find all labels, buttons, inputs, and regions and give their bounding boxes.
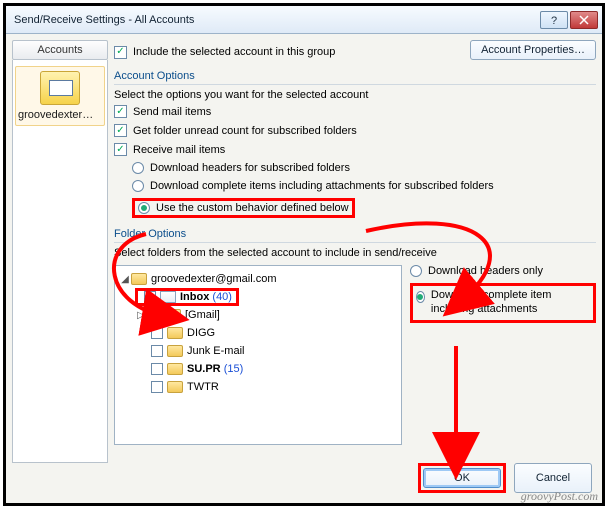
expand-icon[interactable]: ▷	[135, 310, 147, 321]
digg-checkbox[interactable]	[151, 327, 163, 339]
digg-label: DIGG	[187, 327, 215, 339]
accounts-list: groovedexter@…	[12, 60, 108, 463]
titlebar: Send/Receive Settings - All Accounts ?	[6, 6, 602, 34]
radio-custom-behavior[interactable]	[138, 202, 150, 214]
tree-root-label: groovedexter@gmail.com	[151, 273, 277, 285]
folder-options-intro: Select folders from the selected account…	[114, 247, 596, 259]
junk-label: Junk E-mail	[187, 345, 244, 357]
highlight-ok: OK	[418, 463, 506, 493]
receive-mail-checkbox[interactable]	[114, 143, 127, 156]
gmail-checkbox[interactable]	[149, 309, 161, 321]
divider	[114, 242, 596, 243]
cancel-button[interactable]: Cancel	[514, 463, 592, 493]
radio-download-complete-subscribed-label: Download complete items including attach…	[150, 180, 494, 192]
send-mail-label: Send mail items	[133, 106, 211, 118]
twtr-checkbox[interactable]	[151, 381, 163, 393]
folder-icon	[167, 327, 183, 339]
radio-download-headers-subscribed[interactable]	[132, 162, 144, 174]
folder-icon	[131, 273, 147, 285]
highlight-download-complete: Download complete item including attachm…	[410, 283, 596, 323]
radio-download-complete-item-label: Download complete item including attachm…	[431, 289, 590, 317]
include-account-label: Include the selected account in this gro…	[133, 46, 335, 58]
include-account-checkbox[interactable]	[114, 46, 127, 59]
junk-checkbox[interactable]	[151, 345, 163, 357]
help-button[interactable]: ?	[540, 11, 568, 29]
accounts-pane: Accounts groovedexter@…	[12, 40, 108, 463]
radio-download-headers-only-label: Download headers only	[428, 265, 543, 277]
inbox-label: Inbox	[180, 291, 209, 303]
account-options-intro: Select the options you want for the sele…	[114, 89, 596, 101]
window-title: Send/Receive Settings - All Accounts	[14, 14, 538, 26]
account-properties-button[interactable]: Account Properties…	[470, 40, 596, 60]
folder-tree[interactable]: ◢ groovedexter@gmail.com Inbox (40)	[114, 265, 402, 445]
radio-download-headers-only[interactable]	[410, 265, 422, 277]
account-folder-icon	[40, 71, 80, 105]
close-button[interactable]	[570, 11, 598, 29]
radio-download-headers-subscribed-label: Download headers for subscribed folders	[150, 162, 350, 174]
ok-button[interactable]: OK	[423, 468, 501, 488]
collapse-icon[interactable]: ◢	[119, 274, 131, 285]
divider	[114, 84, 596, 85]
folder-icon	[167, 363, 183, 375]
folder-options-heading: Folder Options	[114, 228, 596, 240]
account-options-heading: Account Options	[114, 70, 596, 82]
folder-icon	[167, 381, 183, 393]
radio-download-complete-subscribed[interactable]	[132, 180, 144, 192]
supr-label: SU.PR	[187, 363, 221, 375]
get-unread-checkbox[interactable]	[114, 124, 127, 137]
twtr-label: TWTR	[187, 381, 219, 393]
accounts-header: Accounts	[12, 40, 108, 60]
inbox-count: (40)	[212, 291, 232, 303]
gmail-label: [Gmail]	[185, 309, 220, 321]
get-unread-label: Get folder unread count for subscribed f…	[133, 125, 357, 137]
supr-count: (15)	[224, 363, 244, 375]
radio-custom-behavior-label: Use the custom behavior defined below	[156, 202, 349, 214]
folder-icon	[165, 309, 181, 321]
receive-mail-label: Receive mail items	[133, 144, 225, 156]
supr-checkbox[interactable]	[151, 363, 163, 375]
folder-icon	[167, 345, 183, 357]
inbox-checkbox[interactable]	[144, 291, 156, 303]
highlight-inbox: Inbox (40)	[135, 288, 239, 306]
mail-icon	[160, 291, 176, 303]
radio-download-complete-item[interactable]	[416, 291, 425, 303]
account-label: groovedexter@…	[18, 109, 102, 121]
svg-text:?: ?	[551, 15, 557, 25]
highlight-custom-behavior: Use the custom behavior defined below	[132, 198, 355, 218]
account-item[interactable]: groovedexter@…	[15, 66, 105, 126]
send-mail-checkbox[interactable]	[114, 105, 127, 118]
